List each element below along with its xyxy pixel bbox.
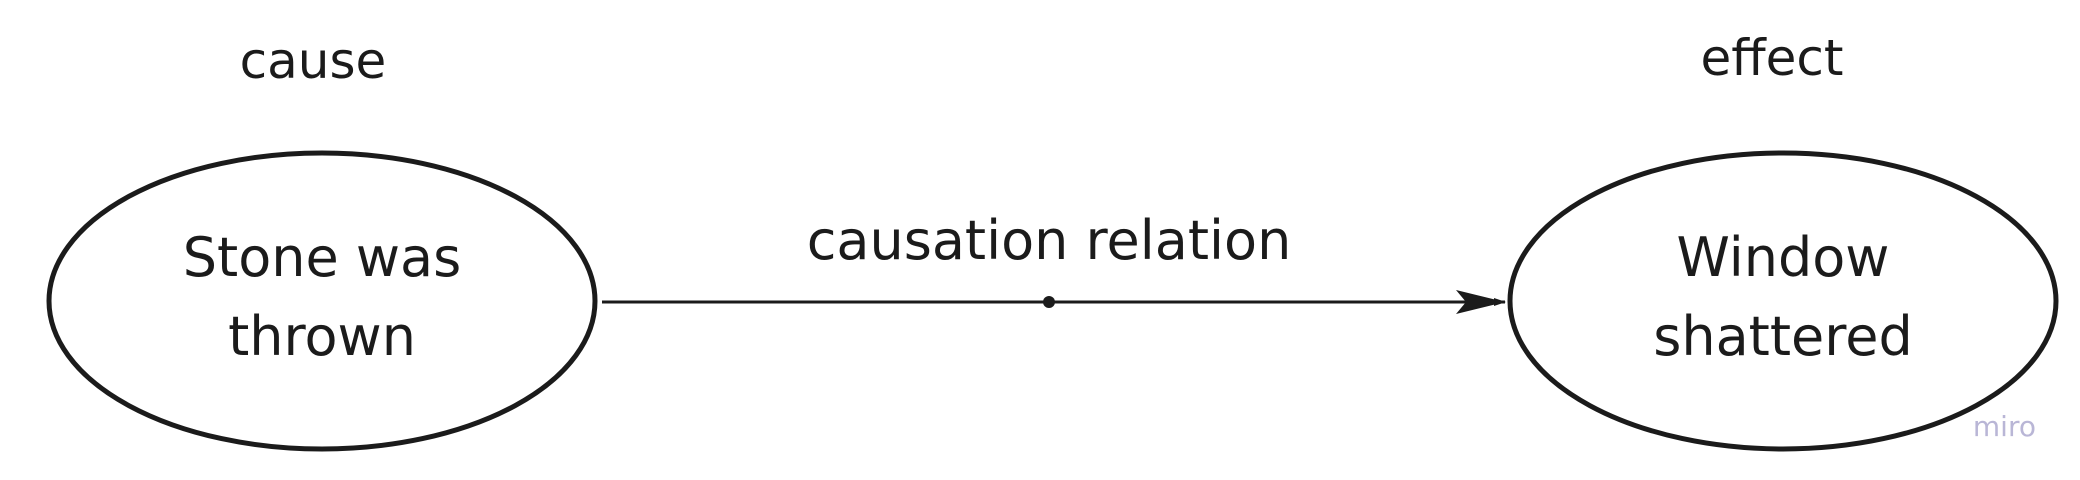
edge-midpoint-handle[interactable] xyxy=(1043,296,1055,308)
effect-header: effect xyxy=(1700,29,1843,87)
effect-node[interactable]: Window shattered xyxy=(1507,150,2059,452)
cause-node-label-line1: Stone was xyxy=(183,226,462,289)
edge-label: causation relation xyxy=(807,209,1292,272)
cause-effect-diagram: cause effect Stone was thrown Window sha… xyxy=(46,29,2059,452)
effect-node-label-line2: shattered xyxy=(1653,305,1913,368)
cause-ellipse xyxy=(46,150,598,452)
cause-node-label-line2: thrown xyxy=(228,305,416,368)
effect-ellipse xyxy=(1507,150,2059,452)
cause-header: cause xyxy=(240,32,387,90)
miro-watermark: miro xyxy=(1973,410,2036,443)
causation-edge[interactable]: causation relation xyxy=(602,209,1506,314)
effect-node-label-line1: Window xyxy=(1677,226,1890,289)
cause-node[interactable]: Stone was thrown xyxy=(46,150,598,452)
